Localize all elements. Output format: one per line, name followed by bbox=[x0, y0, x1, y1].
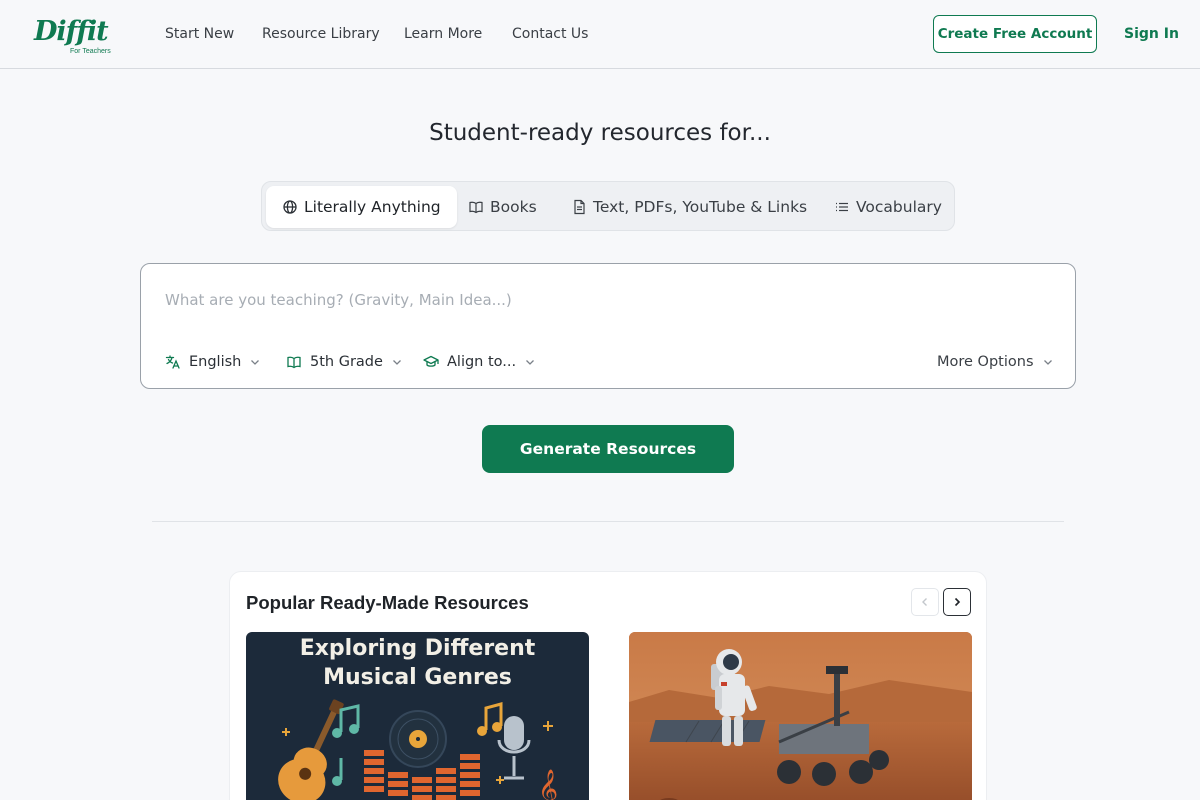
top-header: Diffit For Teachers Start New Resource L… bbox=[0, 0, 1200, 69]
logo-subtitle: For Teachers bbox=[70, 48, 111, 55]
popular-resources-panel: Popular Ready-Made Resources Exploring D… bbox=[229, 571, 987, 800]
file-icon bbox=[571, 199, 587, 215]
globe-icon bbox=[282, 199, 298, 215]
resource-card-mars[interactable] bbox=[629, 632, 972, 800]
tab-label: Literally Anything bbox=[304, 198, 441, 216]
language-value: English bbox=[189, 354, 242, 370]
chevron-left-icon bbox=[919, 593, 931, 612]
more-options-select[interactable]: More Options bbox=[937, 350, 1054, 374]
resource-type-tabs: Literally Anything Books Text, PDFs, You… bbox=[261, 181, 955, 231]
resource-card-music-genres[interactable]: Exploring Different Musical Genres 𝄞 bbox=[246, 632, 589, 800]
grade-value: 5th Grade bbox=[310, 354, 383, 370]
tab-label: Books bbox=[490, 198, 537, 216]
hero-title: Student-ready resources for... bbox=[429, 120, 771, 146]
popular-resources-title: Popular Ready-Made Resources bbox=[246, 592, 529, 613]
chevron-down-icon bbox=[1042, 356, 1054, 368]
tab-label: Vocabulary bbox=[856, 198, 942, 216]
grade-select[interactable]: 5th Grade bbox=[286, 350, 403, 374]
nav-learn-more[interactable]: Learn More bbox=[404, 24, 482, 44]
chevron-down-icon bbox=[391, 356, 403, 368]
language-select[interactable]: English bbox=[165, 350, 261, 374]
chevron-down-icon bbox=[524, 356, 536, 368]
topic-input-card: English 5th Grade Align to... More Optio… bbox=[140, 263, 1076, 389]
nav-resource-library[interactable]: Resource Library bbox=[262, 24, 380, 44]
tab-label: Text, PDFs, YouTube & Links bbox=[593, 198, 808, 216]
chevron-right-icon bbox=[951, 593, 963, 612]
graduation-cap-icon bbox=[423, 354, 439, 370]
logo-wordmark: Diffit bbox=[34, 16, 109, 47]
tab-literally-anything[interactable]: Literally Anything bbox=[266, 186, 457, 228]
generate-resources-button[interactable]: Generate Resources bbox=[482, 425, 734, 473]
chevron-down-icon bbox=[249, 356, 261, 368]
section-divider bbox=[152, 521, 1064, 522]
svg-text:𝄞: 𝄞 bbox=[538, 769, 558, 800]
sign-in-button[interactable]: Sign In bbox=[1124, 24, 1179, 44]
mars-illustration bbox=[629, 632, 972, 800]
carousel-prev-button[interactable] bbox=[911, 588, 939, 616]
tab-text-pdfs-youtube-links[interactable]: Text, PDFs, YouTube & Links bbox=[571, 186, 807, 228]
align-value: Align to... bbox=[447, 354, 517, 370]
list-icon bbox=[834, 199, 850, 215]
more-options-label: More Options bbox=[937, 354, 1034, 370]
book-open-icon bbox=[286, 354, 302, 370]
create-free-account-button[interactable]: Create Free Account bbox=[933, 15, 1097, 53]
tab-books[interactable]: Books bbox=[468, 186, 537, 228]
diffit-logo[interactable]: Diffit For Teachers bbox=[34, 16, 120, 58]
book-icon bbox=[468, 199, 484, 215]
music-illustration: 𝄞 bbox=[278, 699, 558, 800]
align-standards-select[interactable]: Align to... bbox=[423, 350, 536, 374]
translate-icon bbox=[165, 354, 181, 370]
tab-vocabulary[interactable]: Vocabulary bbox=[834, 186, 942, 228]
carousel-next-button[interactable] bbox=[943, 588, 971, 616]
nav-contact-us[interactable]: Contact Us bbox=[512, 24, 588, 44]
nav-start-new[interactable]: Start New bbox=[165, 24, 234, 44]
topic-input[interactable] bbox=[165, 286, 1045, 314]
